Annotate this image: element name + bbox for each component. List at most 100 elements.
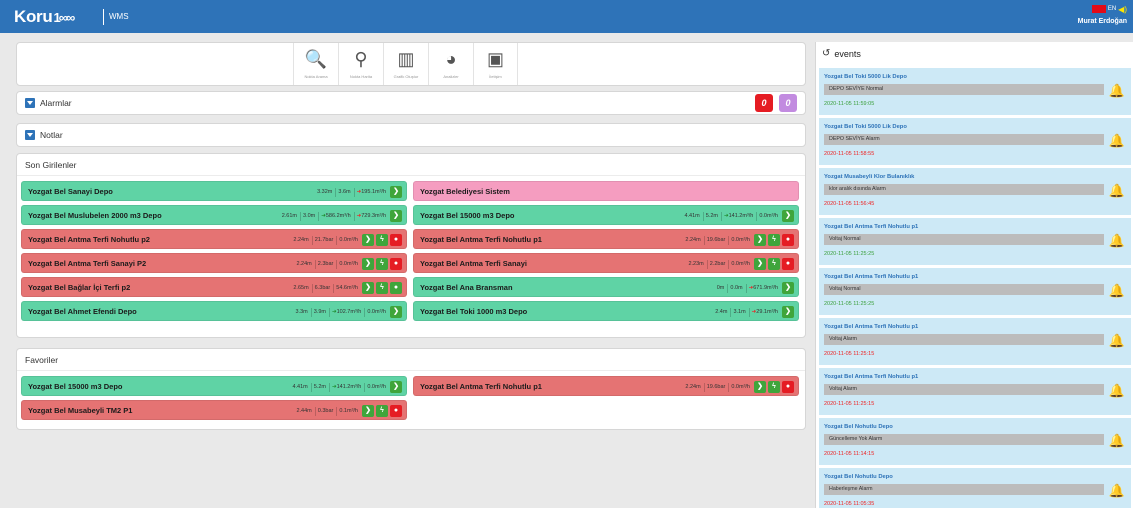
station-tile[interactable]: Yozgat Bel Antma Terfi Sanayi 2.23m 2.2bar… [413, 253, 799, 273]
event-item[interactable]: Yozgat Bel Antma Terfi Nohutlu p1 Voltaj … [819, 218, 1131, 265]
turkish-flag-icon[interactable] [1091, 5, 1106, 13]
sound-icon[interactable]: ◀) [1118, 5, 1127, 14]
event-title: Yozgat Bel Antma Terfi Nohutlu p1 [824, 374, 919, 380]
signal-icon[interactable]: ❯ [390, 186, 402, 198]
notes-section[interactable]: Notlar [16, 123, 806, 147]
tool-chart[interactable]: ▥ Grafik Oluştur [383, 43, 428, 85]
bell-icon[interactable]: 🔔 [1109, 383, 1125, 399]
value-chip: 3.9m [310, 307, 328, 317]
signal-icon[interactable]: ❯ [362, 405, 374, 417]
event-title: Yozgat Bel Antma Terfi Nohutlu p1 [824, 324, 919, 330]
signal-icon[interactable]: ❯ [362, 282, 374, 294]
value-chip: 0m [716, 284, 725, 291]
event-item[interactable]: Yozgat Bel Nohutlu Depo Haberleşme Alarm 2… [819, 468, 1131, 508]
event-item[interactable]: Yozgat Bel Antma Terfi Nohutlu p1 Voltaj … [819, 318, 1131, 365]
value-chip: 2.3bar [314, 259, 336, 269]
station-tile[interactable]: Yozgat Bel Ahmet Efendi Depo 3.3m 3.9m ➜102… [21, 301, 407, 321]
expand-icon[interactable] [25, 130, 35, 140]
event-date: 2020-11-05 11:56:45 [824, 201, 875, 207]
power-icon[interactable]: ϟ [376, 234, 388, 246]
pump-icon[interactable]: ● [390, 234, 402, 246]
tool-search[interactable]: 🔍 Nokta Arama [293, 43, 338, 85]
value-chip: 2.24m [296, 260, 312, 267]
signal-icon[interactable]: ❯ [754, 234, 766, 246]
event-message: DEPO SEVİYE Normal [824, 84, 1104, 95]
station-tile[interactable]: Yozgat Bel Antma Terfi Nohutlu p1 2.24m 19… [413, 229, 799, 249]
pump-icon[interactable]: ● [782, 381, 794, 393]
event-item[interactable]: Yozgat Bel Antma Terfi Nohutlu p1 Voltaj … [819, 268, 1131, 315]
pump-icon[interactable]: ● [390, 405, 402, 417]
app-logo[interactable]: Koru1∞∞ [14, 7, 75, 27]
event-date: 2020-11-05 11:25:25 [824, 301, 875, 307]
station-tile[interactable]: Yozgat Belediyesi Sistem [413, 181, 799, 201]
station-tile[interactable]: Yozgat Bel Antma Terfi Nohutlu p2 2.24m 21… [21, 229, 407, 249]
event-item[interactable]: Yozgat Bel Nohutlu Depo Güncelleme Yok Al… [819, 418, 1131, 465]
language-label[interactable]: EN [1108, 6, 1116, 12]
signal-icon[interactable]: ❯ [362, 258, 374, 270]
tool-pie-chart[interactable]: ◕ Analizler [428, 43, 473, 85]
event-item[interactable]: Yozgat Bel Antma Terfi Nohutlu p1 Voltaj … [819, 368, 1131, 415]
signal-icon[interactable]: ❯ [782, 282, 794, 294]
power-icon[interactable]: ϟ [768, 258, 780, 270]
pump-icon[interactable]: ● [782, 234, 794, 246]
alarms-title: Alarmlar [40, 98, 72, 108]
value-chip: 0.3bar [314, 406, 336, 416]
station-tile[interactable]: Yozgat Bel 15000 m3 Depo 4.41m 5.2m ➜141.2m… [21, 376, 407, 396]
bell-icon[interactable]: 🔔 [1109, 283, 1125, 299]
value-chip: 6.3bar [311, 283, 333, 293]
station-tile[interactable]: Yozgat Bel Antma Terfi Sanayi P2 2.24m 2.3… [21, 253, 407, 273]
station-values: 4.41m 5.2m ➜141.2m³/h 0.0m³/h ❯ [290, 380, 402, 394]
event-item[interactable]: Yozgat Musabeyli Klor Bulanıklık klor ara… [819, 168, 1131, 215]
power-icon[interactable]: ϟ [376, 282, 388, 294]
value-chip: 2.4m [715, 308, 728, 315]
bell-icon[interactable]: 🔔 [1109, 483, 1125, 499]
station-tile[interactable]: Yozgat Bel Bağlar İçi Terfi p2 2.65m 6.3ba… [21, 277, 407, 297]
value-chip: 2.23m [688, 260, 704, 267]
tool-contact[interactable]: ▣ İletişim [473, 43, 518, 85]
power-icon[interactable]: ϟ [768, 381, 780, 393]
chart-icon: ▥ [397, 49, 415, 69]
station-tile[interactable]: Yozgat Bel Ana Bransman 0m 0.0m ➜671.9m³/h ❯ [413, 277, 799, 297]
bell-icon[interactable]: 🔔 [1109, 433, 1125, 449]
inflow-value: 141.2m³/h [728, 212, 754, 219]
event-item[interactable]: Yozgat Bel Toki 5000 Lik Depo DEPO SEVİYE… [819, 118, 1131, 165]
alarm-red-button[interactable]: 0 [755, 94, 773, 112]
tool-map[interactable]: ⚲ Nokta Harita [338, 43, 383, 85]
event-title: Yozgat Bel Toki 5000 Lik Depo [824, 124, 907, 130]
bell-icon[interactable]: 🔔 [1109, 83, 1125, 99]
history-icon: ↺ [822, 48, 831, 59]
value-chip: 2.2bar [706, 259, 728, 269]
pie-chart-icon: ◕ [445, 49, 457, 69]
bell-icon[interactable]: 🔔 [1109, 333, 1125, 349]
alarm-purple-button[interactable]: 0 [779, 94, 797, 112]
signal-icon[interactable]: ❯ [782, 306, 794, 318]
pump-icon[interactable]: ● [390, 258, 402, 270]
station-values: 3.32m 3.6m ➜195.1m³/h ❯ [315, 185, 402, 199]
power-icon[interactable]: ϟ [376, 258, 388, 270]
signal-icon[interactable]: ❯ [390, 306, 402, 318]
power-icon[interactable]: ϟ [768, 234, 780, 246]
station-tile[interactable]: Yozgat Bel Musabeyli TM2 P1 2.44m 0.3bar 0.… [21, 400, 407, 420]
signal-icon[interactable]: ❯ [782, 210, 794, 222]
event-item[interactable]: Yozgat Bel Toki 5000 Lik Depo DEPO SEVİYE… [819, 68, 1131, 115]
alarms-section[interactable]: Alarmlar 0 0 [16, 91, 806, 115]
bell-icon[interactable]: 🔔 [1109, 233, 1125, 249]
station-tile[interactable]: Yozgat Bel Antma Terfi Nohutlu p1 2.24m 19… [413, 376, 799, 396]
recent-section: Son Girilenler Yozgat Bel Sanayi Depo 3.3… [16, 153, 806, 338]
user-name[interactable]: Murat Erdoğan [1078, 18, 1127, 25]
bell-icon[interactable]: 🔔 [1109, 133, 1125, 149]
bell-icon[interactable]: 🔔 [1109, 183, 1125, 199]
signal-icon[interactable]: ❯ [362, 234, 374, 246]
expand-icon[interactable] [25, 98, 35, 108]
pump-icon[interactable]: ● [390, 282, 402, 294]
power-icon[interactable]: ϟ [376, 405, 388, 417]
signal-icon[interactable]: ❯ [754, 258, 766, 270]
pump-icon[interactable]: ● [782, 258, 794, 270]
station-tile[interactable]: Yozgat Bel Sanayi Depo 3.32m 3.6m ➜195.1m³/… [21, 181, 407, 201]
station-tile[interactable]: Yozgat Bel 15000 m3 Depo 4.41m 5.2m ➜141.2m… [413, 205, 799, 225]
signal-icon[interactable]: ❯ [390, 381, 402, 393]
station-tile[interactable]: Yozgat Bel Toki 1000 m3 Depo 2.4m 3.1m ➜29.… [413, 301, 799, 321]
signal-icon[interactable]: ❯ [390, 210, 402, 222]
signal-icon[interactable]: ❯ [754, 381, 766, 393]
station-tile[interactable]: Yozgat Bel Muslubelen 2000 m3 Depo 2.61m 3… [21, 205, 407, 225]
